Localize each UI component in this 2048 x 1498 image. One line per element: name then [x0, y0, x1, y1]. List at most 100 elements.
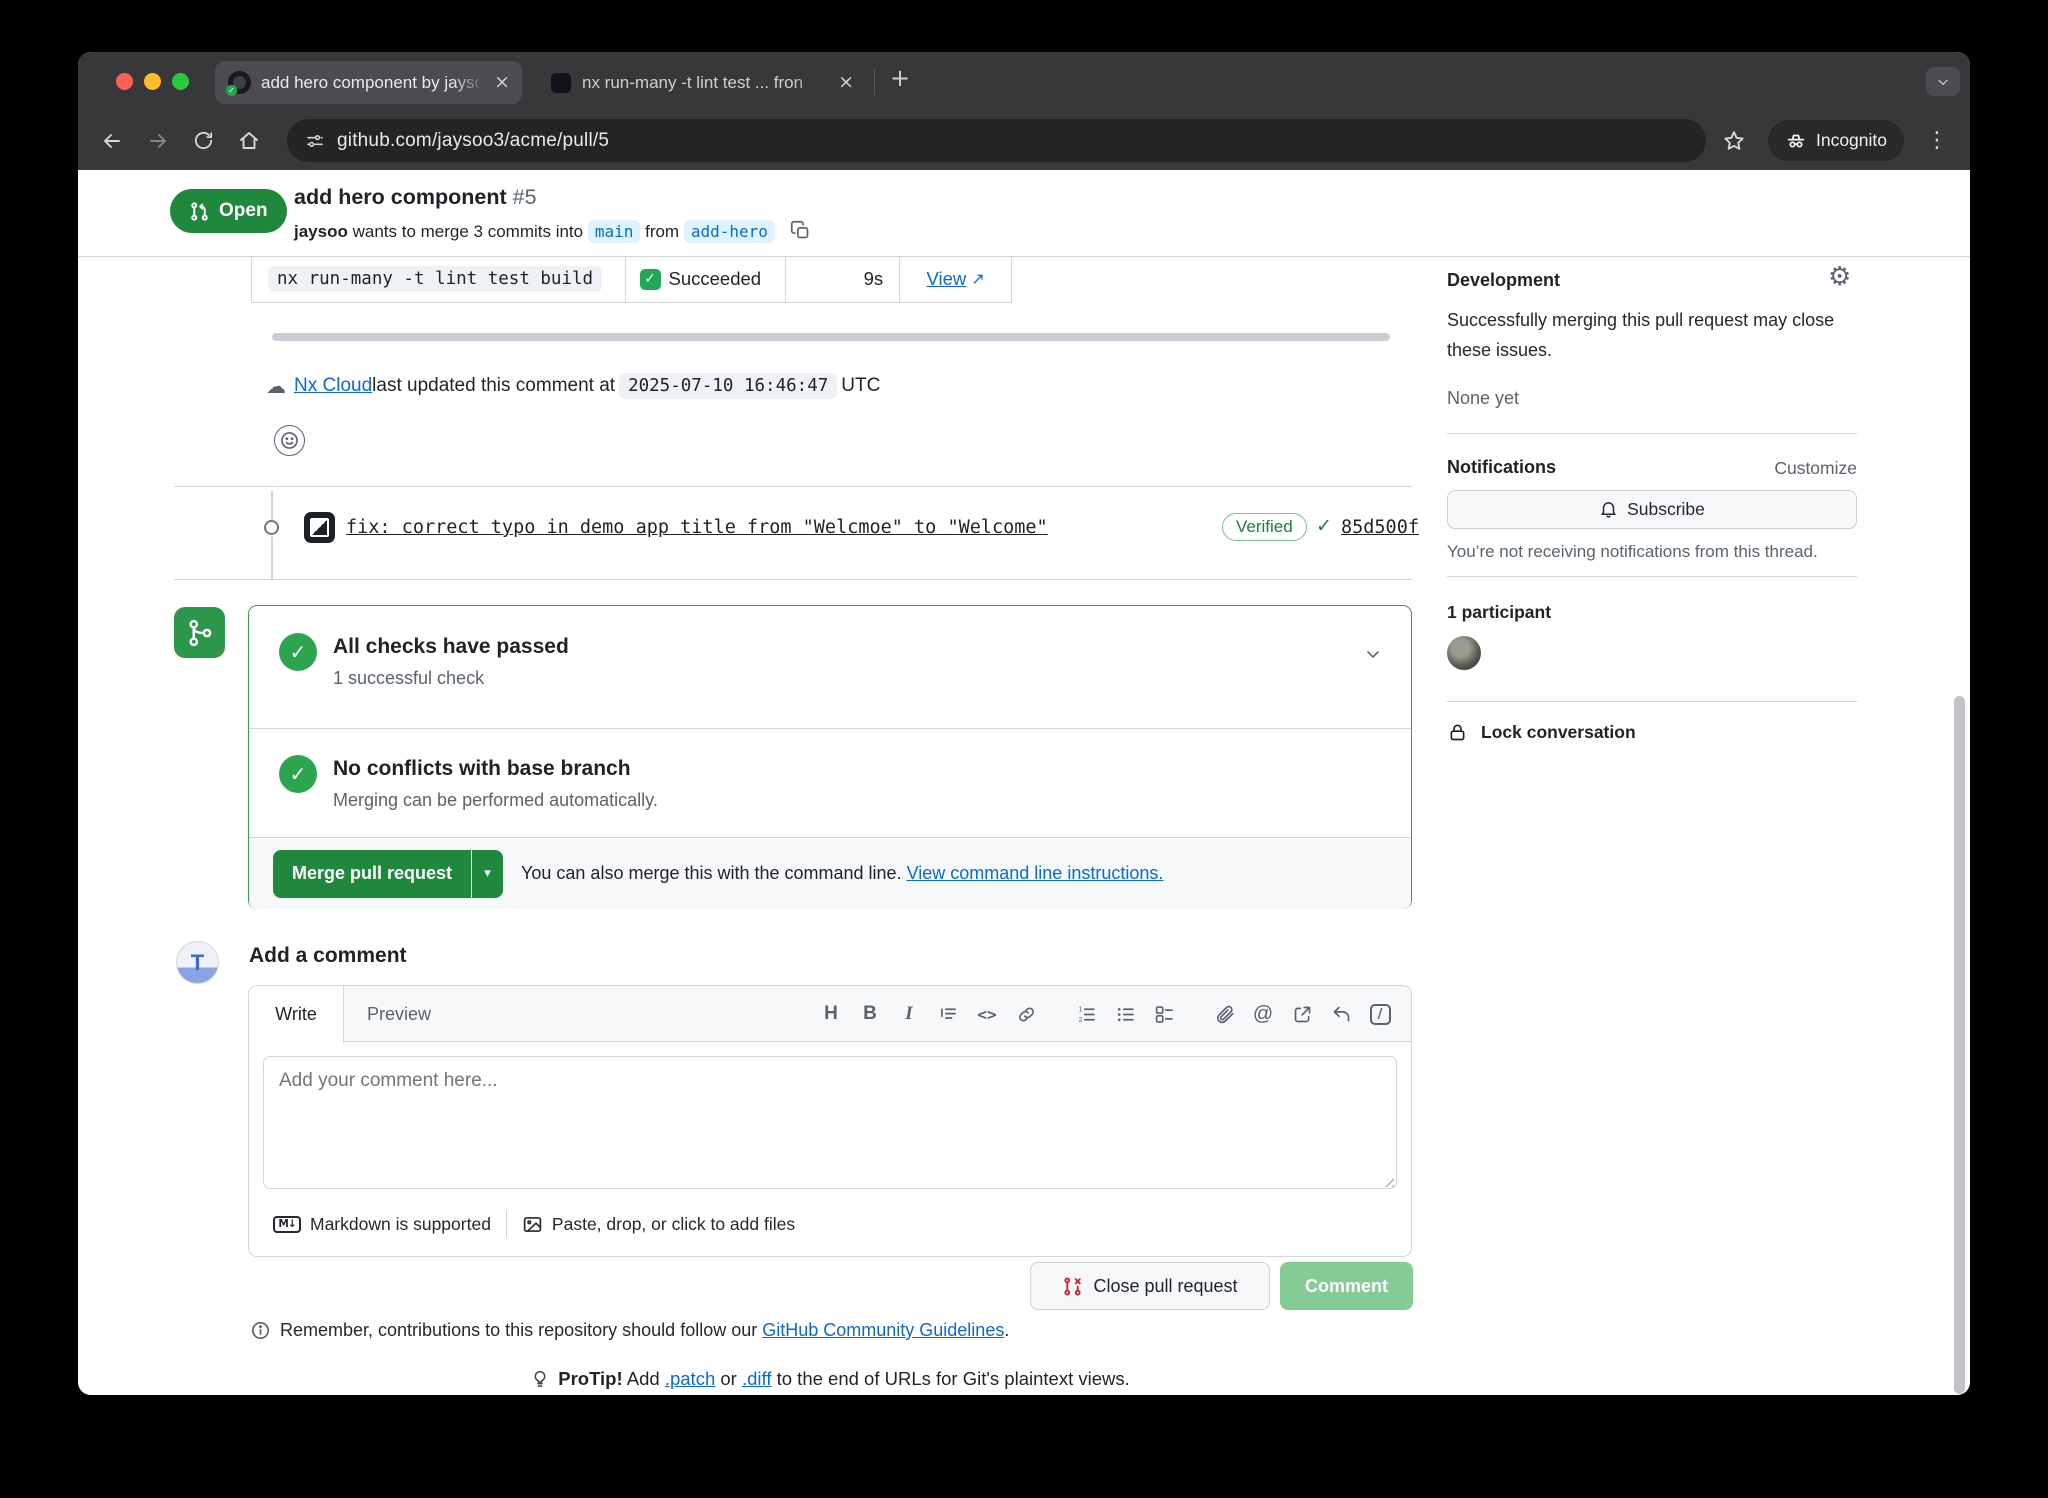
bold-icon[interactable]: B — [857, 1003, 883, 1025]
cli-instructions-link[interactable]: View command line instructions. — [907, 863, 1164, 883]
patch-link[interactable]: .patch — [665, 1368, 715, 1389]
tab-separator — [874, 69, 875, 95]
add-reaction-button[interactable] — [274, 425, 305, 456]
code-icon[interactable]: <> — [974, 1005, 1000, 1024]
view-check-link[interactable]: View — [926, 268, 966, 290]
home-button[interactable] — [237, 129, 261, 153]
nx-cloud-link[interactable]: Nx Cloud — [294, 375, 372, 397]
comment-submit-button[interactable]: Comment — [1280, 1262, 1413, 1310]
community-guidelines-link[interactable]: GitHub Community Guidelines — [762, 1320, 1004, 1340]
customize-link[interactable]: Customize — [1733, 458, 1857, 479]
commit-message-link[interactable]: fix: correct typo in demo app title from… — [346, 517, 1048, 538]
pr-title-row: add hero component #5 — [294, 185, 537, 210]
git-merge-icon — [185, 618, 215, 648]
quote-icon[interactable] — [935, 1004, 961, 1025]
minimize-window-button[interactable] — [144, 73, 161, 90]
copy-branch-icon[interactable] — [790, 220, 811, 241]
subscribe-button[interactable]: Subscribe — [1447, 490, 1857, 529]
markdown-supported[interactable]: M↓ Markdown is supported — [273, 1214, 491, 1235]
url-text: github.com/jaysoo3/acme/pull/5 — [337, 130, 609, 152]
no-conflicts-subtitle: Merging can be performed automatically. — [333, 790, 658, 811]
heading-icon[interactable]: H — [818, 1003, 844, 1025]
chevron-down-icon — [1935, 74, 1951, 90]
comment-timestamp: 2025-07-10 16:46:47 — [619, 373, 837, 399]
editor-footer: M↓ Markdown is supported Paste, drop, or… — [273, 1202, 795, 1246]
mention-icon[interactable]: @ — [1250, 1003, 1276, 1026]
cross-reference-icon[interactable] — [1289, 1004, 1315, 1025]
expand-checks-button[interactable] — [1363, 644, 1383, 664]
development-heading: Development — [1447, 270, 1560, 291]
address-bar[interactable]: github.com/jaysoo3/acme/pull/5 — [287, 119, 1706, 162]
current-user-avatar[interactable]: T — [176, 941, 219, 984]
timeline-line — [271, 491, 273, 520]
numbered-list-icon[interactable]: 12 — [1073, 1004, 1099, 1025]
check-duration-cell: 9s — [786, 256, 900, 302]
checks-passed-icon: ✓ — [279, 633, 317, 671]
back-button[interactable] — [100, 129, 124, 153]
site-info-icon[interactable] — [305, 131, 325, 151]
check-status-label: Succeeded — [669, 268, 762, 290]
close-window-button[interactable] — [116, 73, 133, 90]
forward-button[interactable] — [146, 129, 170, 153]
tab-preview[interactable]: Preview — [344, 986, 454, 1042]
development-gear-icon[interactable]: ⚙ — [1828, 264, 1851, 290]
browser-window: ✓ add hero component by jayso × nx run-m… — [78, 52, 1970, 1395]
task-list-icon[interactable] — [1151, 1004, 1177, 1025]
pr-state-badge: Open — [170, 189, 287, 233]
paste-files-button[interactable]: Paste, drop, or click to add files — [522, 1214, 795, 1235]
tab-title: add hero component by jayso — [261, 73, 479, 93]
head-branch-chip[interactable]: add-hero — [684, 220, 775, 243]
checks-passed-subtitle: 1 successful check — [333, 668, 484, 689]
bullet-list-icon[interactable] — [1112, 1004, 1138, 1025]
diff-link[interactable]: .diff — [742, 1368, 771, 1389]
pr-author: jaysoo — [294, 222, 348, 241]
tab-nx-run[interactable]: nx run-many -t lint test ... fron × — [536, 61, 866, 104]
italic-icon[interactable]: I — [896, 1003, 922, 1025]
tab-write[interactable]: Write — [249, 986, 344, 1043]
close-tab-icon[interactable]: × — [494, 73, 510, 92]
tab-pull-request[interactable]: ✓ add hero component by jayso × — [215, 61, 522, 104]
close-tab-icon[interactable]: × — [838, 73, 854, 92]
link-icon[interactable] — [1013, 1004, 1039, 1025]
merge-box: ✓ All checks have passed 1 successful ch… — [248, 605, 1412, 909]
image-icon — [522, 1214, 543, 1235]
git-pull-request-icon — [189, 201, 210, 222]
editor-toolbar: H B I <> 12 @ / — [818, 986, 1393, 1042]
close-pull-request-button[interactable]: Close pull request — [1030, 1262, 1270, 1310]
check-command: nx run-many -t lint test build — [268, 266, 602, 292]
smiley-icon — [279, 430, 300, 451]
tab-search-chevron-button[interactable] — [1926, 67, 1960, 96]
base-branch-chip[interactable]: main — [588, 220, 641, 243]
merge-pull-request-button[interactable]: Merge pull request — [273, 850, 471, 898]
comment-textarea[interactable] — [263, 1056, 1397, 1189]
timeline-line — [271, 536, 273, 579]
participants-heading: 1 participant — [1447, 602, 1551, 623]
bookmark-star-icon[interactable] — [1722, 129, 1746, 153]
development-none-yet: None yet — [1447, 388, 1519, 409]
external-link-arrow-icon: ↗ — [971, 271, 984, 287]
vertical-scrollbar[interactable] — [1954, 696, 1965, 1394]
table-horizontal-scrollbar[interactable] — [272, 333, 1390, 341]
incognito-badge[interactable]: Incognito — [1768, 120, 1904, 161]
saved-replies-icon[interactable] — [1328, 1004, 1354, 1025]
bot-comment-meta: ☁ Nx Cloud last updated this comment at … — [266, 372, 880, 400]
incognito-label: Incognito — [1816, 130, 1887, 151]
reload-button[interactable] — [192, 129, 215, 152]
commit-sha-link[interactable]: 85d500f — [1341, 517, 1419, 538]
new-tab-button[interactable]: + — [890, 66, 910, 90]
svg-text:2: 2 — [1078, 1016, 1082, 1023]
merge-options-caret[interactable]: ▾ — [472, 850, 503, 898]
lock-icon — [1447, 722, 1468, 743]
browser-menu-icon[interactable]: ⋮ — [1926, 130, 1948, 152]
check-status-cell: ✓ Succeeded — [626, 256, 787, 302]
merge-box-footer: Merge pull request ▾ You can also merge … — [249, 837, 1411, 909]
zoom-window-button[interactable] — [172, 73, 189, 90]
commit-author-avatar[interactable] — [304, 512, 335, 543]
slash-commands-icon[interactable]: / — [1367, 1004, 1393, 1025]
participant-avatar[interactable] — [1447, 636, 1481, 670]
incognito-icon — [1785, 130, 1807, 152]
verified-badge[interactable]: Verified — [1222, 513, 1307, 541]
lock-conversation-button[interactable]: Lock conversation — [1447, 722, 1636, 743]
attach-file-icon[interactable] — [1211, 1004, 1237, 1025]
svg-text:1: 1 — [1078, 1006, 1082, 1013]
